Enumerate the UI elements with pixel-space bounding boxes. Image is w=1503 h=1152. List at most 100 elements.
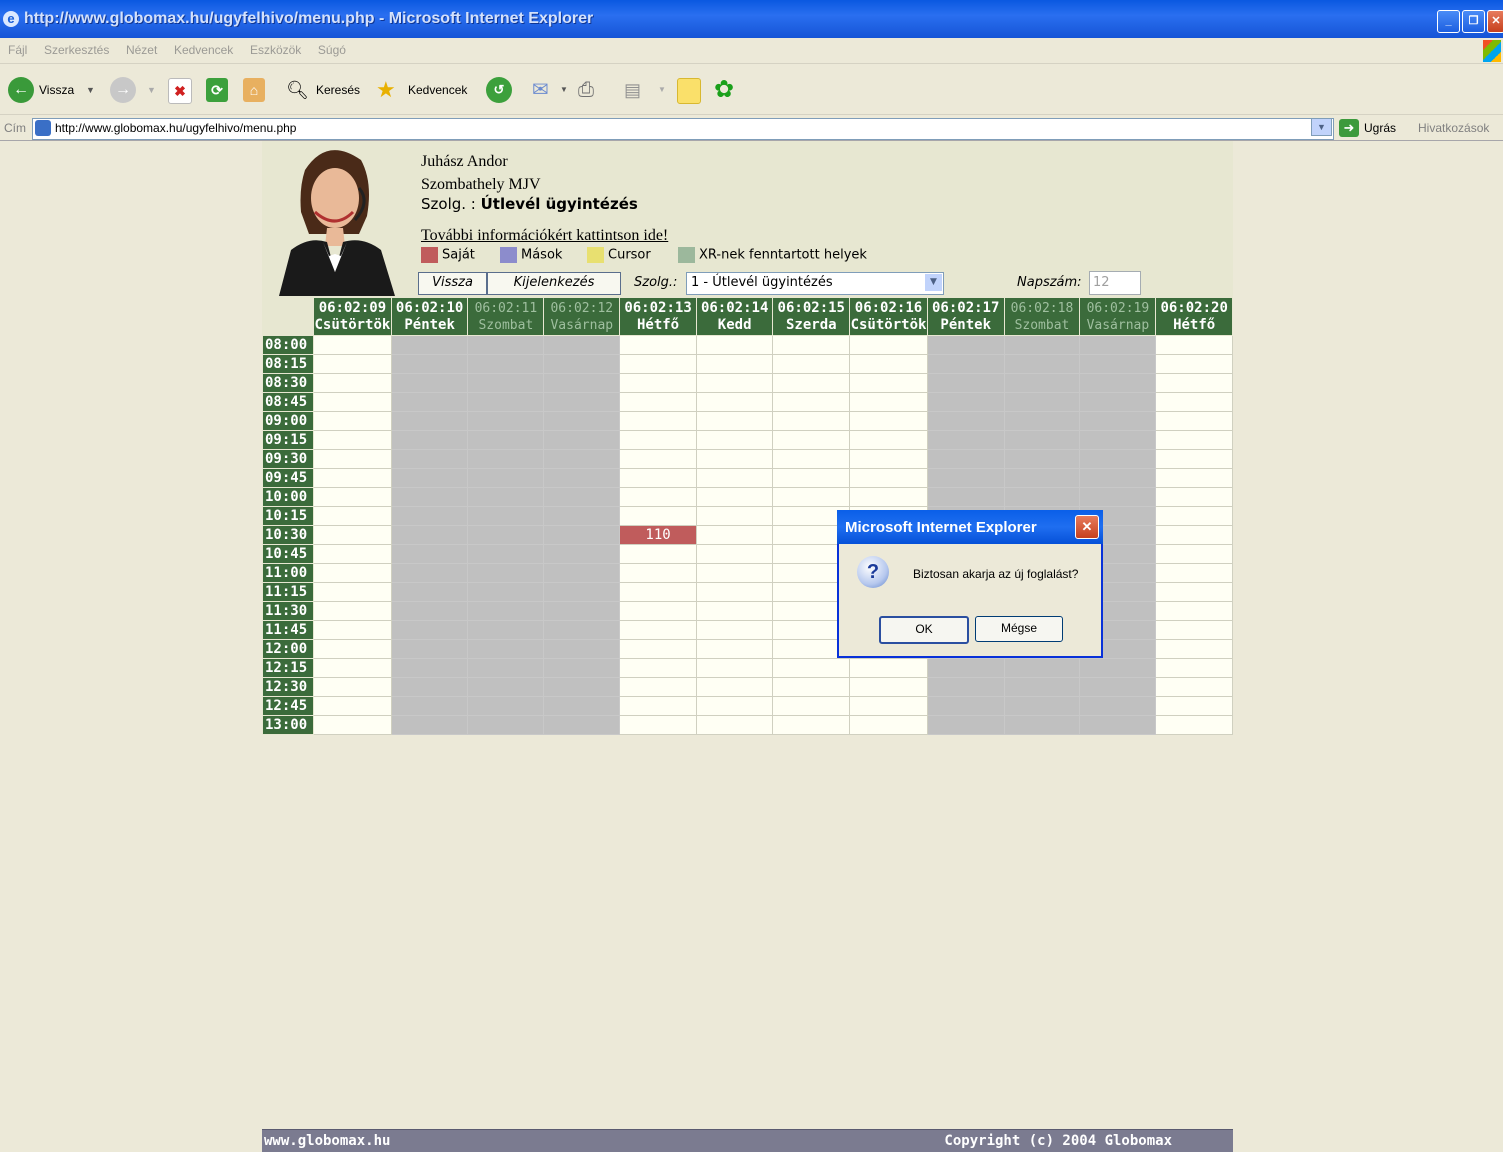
time-slot[interactable]	[695, 715, 774, 735]
time-slot[interactable]	[543, 696, 621, 716]
menu-edit[interactable]: Szerkesztés	[44, 43, 109, 57]
time-slot[interactable]	[695, 677, 774, 697]
time-slot[interactable]	[1003, 677, 1081, 697]
time-slot[interactable]	[1079, 468, 1157, 488]
time-slot[interactable]	[390, 525, 469, 545]
time-slot[interactable]	[772, 715, 851, 735]
time-slot[interactable]	[1079, 715, 1157, 735]
time-slot[interactable]	[467, 582, 545, 602]
mail-icon[interactable]: ✉	[532, 77, 549, 103]
time-slot[interactable]	[313, 639, 392, 659]
time-slot[interactable]	[1079, 658, 1157, 678]
favorites-star-icon[interactable]: ★	[376, 77, 396, 103]
time-slot[interactable]	[390, 620, 469, 640]
search-button-label[interactable]: Keresés	[316, 77, 360, 103]
address-dropdown-icon[interactable]: ▼	[1311, 118, 1332, 136]
time-slot[interactable]	[695, 544, 774, 564]
time-slot[interactable]	[313, 468, 392, 488]
time-slot[interactable]	[313, 715, 392, 735]
time-slot[interactable]	[543, 392, 621, 412]
time-slot[interactable]	[1155, 335, 1233, 355]
time-slot[interactable]	[1079, 373, 1157, 393]
stop-icon[interactable]: ✖	[168, 78, 192, 104]
time-slot[interactable]	[849, 335, 928, 355]
time-slot[interactable]	[619, 468, 697, 488]
time-slot[interactable]	[695, 620, 774, 640]
time-slot[interactable]	[619, 449, 697, 469]
time-slot[interactable]	[849, 696, 928, 716]
time-slot[interactable]	[849, 430, 928, 450]
go-arrow-icon[interactable]: ➜	[1339, 119, 1359, 137]
time-slot[interactable]	[467, 335, 545, 355]
time-slot[interactable]	[467, 544, 545, 564]
back-arrow-icon[interactable]: ←	[8, 77, 34, 103]
time-slot[interactable]	[1003, 696, 1081, 716]
time-slot[interactable]	[467, 392, 545, 412]
time-slot[interactable]	[390, 677, 469, 697]
time-slot[interactable]	[1003, 411, 1081, 431]
time-slot[interactable]	[313, 582, 392, 602]
time-slot[interactable]	[313, 373, 392, 393]
time-slot[interactable]	[1155, 506, 1233, 526]
time-slot[interactable]	[772, 335, 851, 355]
time-slot[interactable]	[926, 468, 1005, 488]
time-slot[interactable]	[543, 411, 621, 431]
time-slot[interactable]	[390, 696, 469, 716]
time-slot[interactable]	[543, 601, 621, 621]
time-slot[interactable]	[390, 373, 469, 393]
time-slot[interactable]	[467, 639, 545, 659]
time-slot[interactable]	[1079, 354, 1157, 374]
time-slot[interactable]	[313, 487, 392, 507]
address-url[interactable]: http://www.globomax.hu/ugyfelhivo/menu.p…	[55, 121, 296, 135]
time-slot[interactable]	[467, 620, 545, 640]
back-dropdown-icon[interactable]: ▼	[86, 77, 95, 103]
refresh-icon[interactable]: ⟳	[206, 78, 228, 102]
menu-view[interactable]: Nézet	[126, 43, 157, 57]
time-slot[interactable]	[390, 487, 469, 507]
time-slot[interactable]	[390, 392, 469, 412]
time-slot[interactable]	[543, 373, 621, 393]
time-slot[interactable]	[543, 658, 621, 678]
time-slot[interactable]	[619, 392, 697, 412]
time-slot[interactable]	[467, 696, 545, 716]
time-slot[interactable]	[467, 354, 545, 374]
time-slot[interactable]	[926, 449, 1005, 469]
time-slot[interactable]	[772, 392, 851, 412]
time-slot[interactable]	[313, 411, 392, 431]
time-slot[interactable]	[695, 411, 774, 431]
time-slot[interactable]	[926, 430, 1005, 450]
time-slot[interactable]	[772, 354, 851, 374]
time-slot[interactable]	[695, 449, 774, 469]
time-slot[interactable]	[1003, 715, 1081, 735]
time-slot[interactable]	[1155, 563, 1233, 583]
time-slot[interactable]	[772, 487, 851, 507]
time-slot[interactable]	[619, 677, 697, 697]
time-slot[interactable]	[390, 335, 469, 355]
time-slot[interactable]	[543, 544, 621, 564]
time-slot[interactable]	[543, 620, 621, 640]
time-slot[interactable]	[695, 430, 774, 450]
time-slot[interactable]	[1079, 411, 1157, 431]
close-icon[interactable]: ✕	[1487, 10, 1503, 33]
time-slot[interactable]	[1155, 620, 1233, 640]
time-slot[interactable]	[926, 373, 1005, 393]
time-slot[interactable]	[1155, 392, 1233, 412]
time-slot[interactable]	[926, 715, 1005, 735]
back-button-label[interactable]: Vissza	[39, 77, 74, 103]
time-slot[interactable]	[467, 411, 545, 431]
time-slot[interactable]	[467, 658, 545, 678]
time-slot[interactable]	[849, 677, 928, 697]
time-slot[interactable]	[543, 487, 621, 507]
booking-slot-own[interactable]: 110	[619, 525, 697, 545]
time-slot[interactable]	[1003, 658, 1081, 678]
time-slot[interactable]	[313, 601, 392, 621]
go-button-label[interactable]: Ugrás	[1364, 121, 1396, 135]
time-slot[interactable]	[390, 715, 469, 735]
time-slot[interactable]	[849, 468, 928, 488]
time-slot[interactable]	[390, 430, 469, 450]
time-slot[interactable]	[1155, 430, 1233, 450]
time-slot[interactable]	[543, 335, 621, 355]
time-slot[interactable]	[1003, 468, 1081, 488]
note-icon[interactable]	[677, 78, 701, 104]
time-slot[interactable]	[926, 658, 1005, 678]
